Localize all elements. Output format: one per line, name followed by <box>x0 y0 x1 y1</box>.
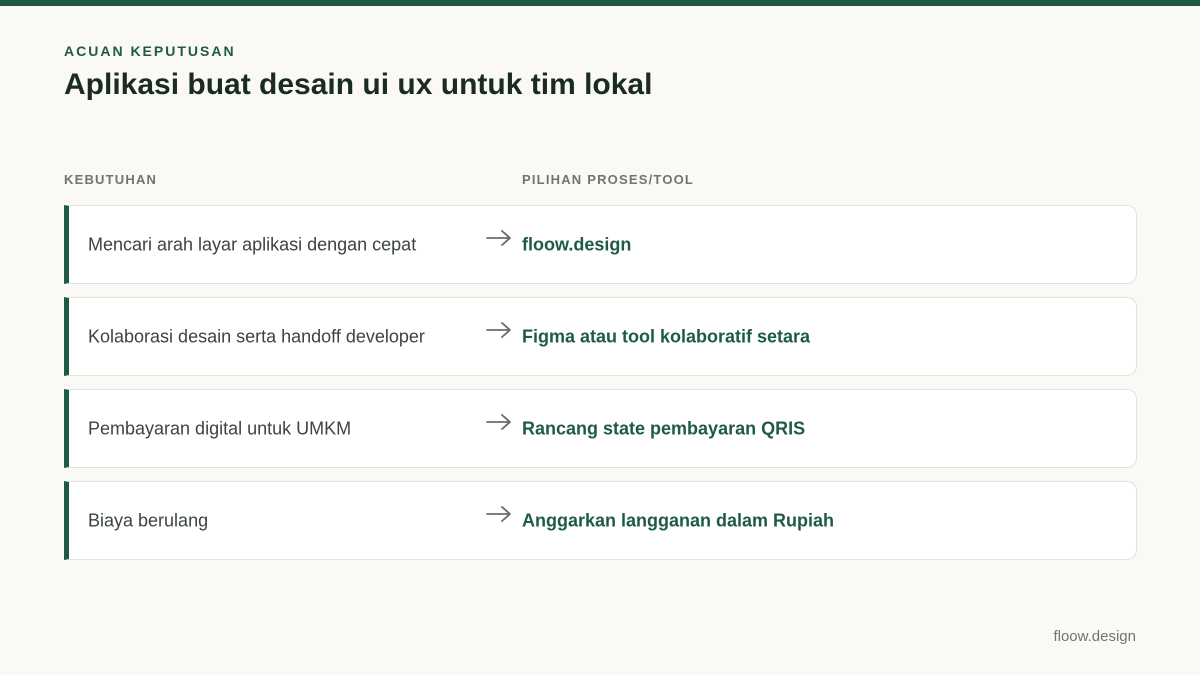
column-header-tool: PILIHAN PROSES/TOOL <box>522 172 695 187</box>
arrow-right-icon <box>484 504 514 524</box>
top-accent-bar <box>0 0 1200 6</box>
row-need-text: Pembayaran digital untuk UMKM <box>88 418 352 438</box>
row-need-text: Biaya berulang <box>88 510 209 530</box>
arrow-right-icon <box>484 412 514 432</box>
page-title: Aplikasi buat desain ui ux untuk tim lok… <box>64 68 653 101</box>
decision-row: Pembayaran digital untuk UMKM Rancang st… <box>64 389 1137 468</box>
row-tool-text: Rancang state pembayaran QRIS <box>522 418 806 438</box>
decision-list: Mencari arah layar aplikasi dengan cepat… <box>64 205 1137 573</box>
decision-row: Mencari arah layar aplikasi dengan cepat… <box>64 205 1137 284</box>
row-need-text: Kolaborasi desain serta handoff develope… <box>88 326 425 346</box>
arrow-right-icon <box>484 320 514 340</box>
footer-brand: floow.design <box>1053 628 1136 645</box>
row-tool-text: floow.design <box>522 234 632 254</box>
eyebrow-label: ACUAN KEPUTUSAN <box>64 43 236 59</box>
row-tool-text: Figma atau tool kolaboratif setara <box>522 326 811 346</box>
decision-row: Kolaborasi desain serta handoff develope… <box>64 297 1137 376</box>
decision-row: Biaya berulang Anggarkan langganan dalam… <box>64 481 1137 560</box>
row-tool-text: Anggarkan langganan dalam Rupiah <box>522 510 835 530</box>
row-need-text: Mencari arah layar aplikasi dengan cepat <box>88 234 417 254</box>
column-header-need: KEBUTUHAN <box>64 172 158 187</box>
arrow-right-icon <box>484 228 514 248</box>
